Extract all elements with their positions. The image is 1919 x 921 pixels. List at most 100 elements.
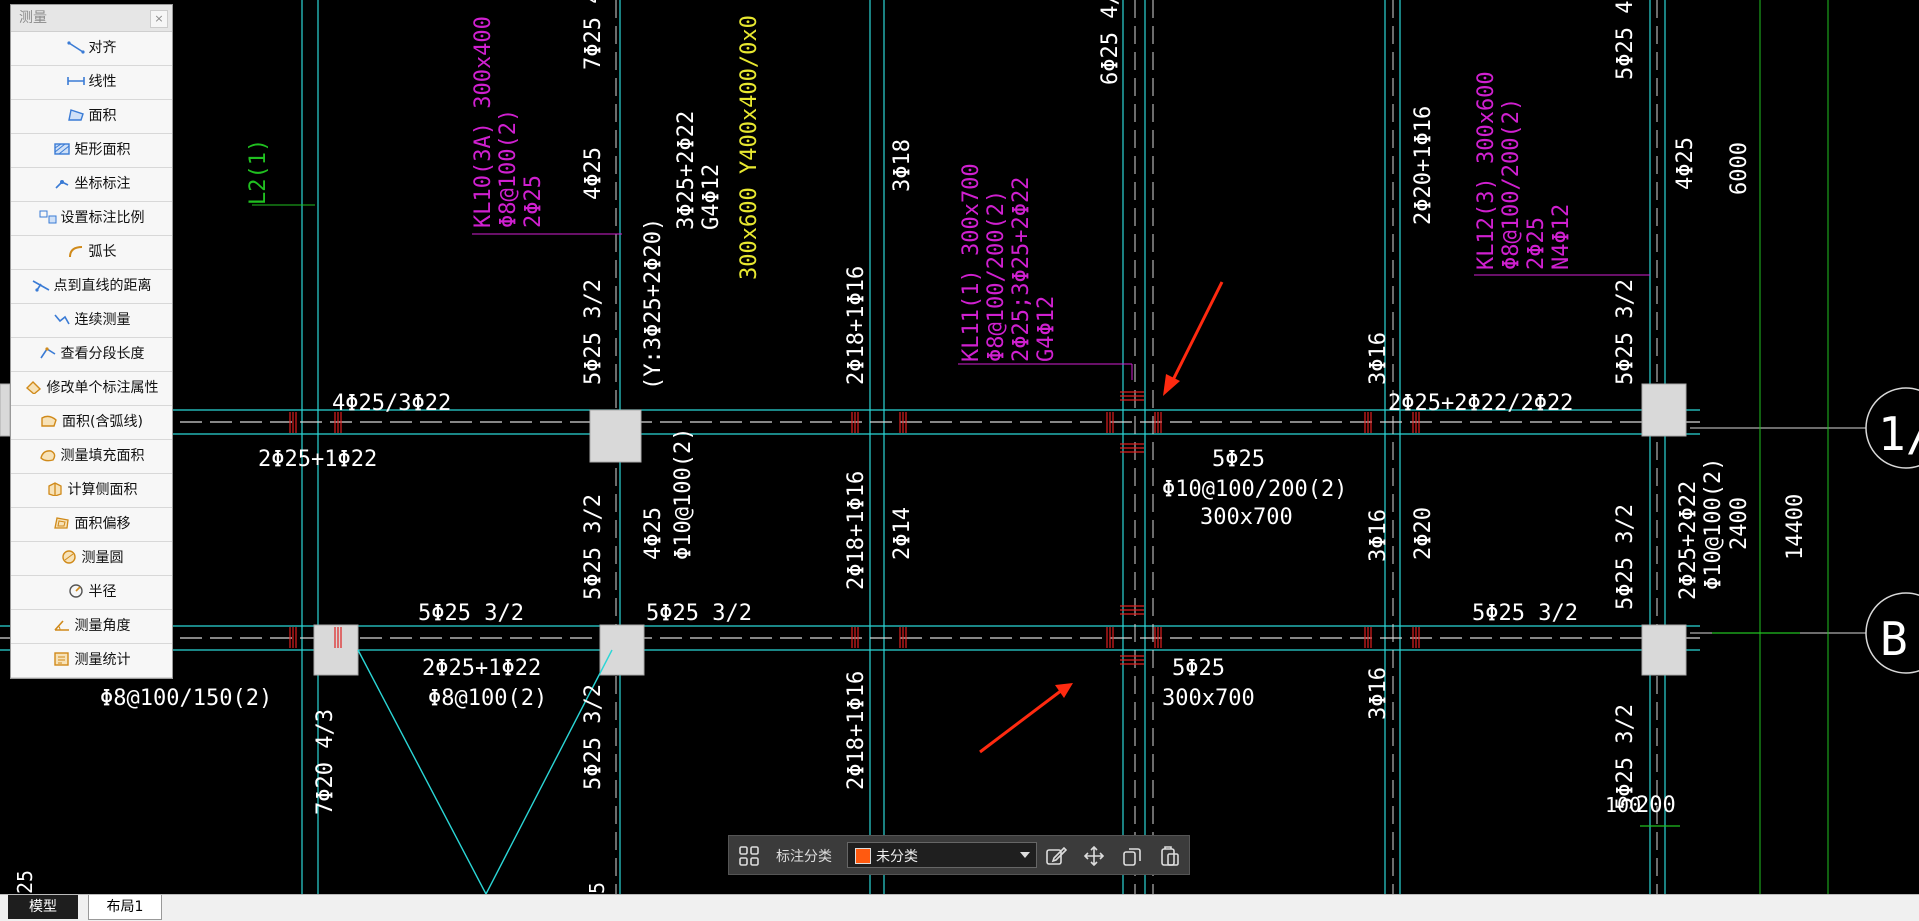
drawing-text: Φ8@100(2) [428,686,547,711]
measure-tool-linear-measure[interactable]: 线性 [11,66,172,100]
drawing-text: 4Φ25 [1673,137,1698,190]
measure-tool-circle-measure[interactable]: 测量圆 [11,542,172,576]
copy-icon[interactable] [1121,845,1143,867]
tab-model[interactable]: 模型 [8,895,78,919]
drawing-text: 5Φ25 3/2 [581,279,606,385]
drawing-text: KL11(1) 300x700 [959,163,984,362]
drawing-text: KL10(3A) 300x400 [471,16,496,228]
drawing-text: L2(1) [246,139,271,205]
measure-tool-arc-length[interactable]: 弧长 [11,236,172,270]
measure-tool-point-line-distance[interactable]: 点到直线的距离 [11,270,172,304]
align-measure-icon [66,34,85,54]
category-label: 标注分类 [776,849,832,865]
drawing-text: 5Φ25 [1212,447,1265,472]
measure-tool-align-measure[interactable]: 对齐 [11,32,172,66]
concrete-column [1641,624,1687,676]
paste-icon[interactable] [1159,845,1181,867]
drawing-text: 2Φ18+1Φ16 [844,266,869,385]
measure-tool-segment-length[interactable]: 查看分段长度 [11,338,172,372]
measure-tool-label: 修改单个标注属性 [46,380,159,396]
concrete-column [599,624,645,676]
hatch-area-icon [39,442,57,462]
drawing-text: 5Φ25 3/2 [1613,704,1638,810]
cad-drawing-canvas[interactable]: 4Φ25/3Φ22 2Φ25+1Φ22 2Φ25+2Φ22/2Φ22 5Φ25 Φ10@… [0,0,1919,894]
drawing-text: 2Φ25 [521,175,546,228]
measure-tool-list: 对齐线性面积矩形面积坐标标注设置标注比例弧长点到直线的距离 连续测量查看分段长度修… [11,32,172,678]
drawing-text: 5Φ25 3/2 [1613,504,1638,610]
drawing-text: Φ8@100(2) [496,109,521,228]
measure-tool-label: 计算侧面积 [67,482,138,498]
measure-tool-area-offset[interactable]: 面积偏移 [11,508,172,542]
drawing-text: 3Φ25+2Φ22 [674,111,699,230]
close-icon[interactable]: × [150,10,168,28]
measure-tool-area-measure[interactable]: 面积 [11,100,172,134]
drawing-text: 3Φ16 [1366,332,1391,385]
concrete-column [589,409,642,463]
measure-tool-label: 线性 [88,74,117,90]
drawing-text: Φ10@100/200(2) [1162,477,1347,502]
drawing-text: 2Φ25;3Φ25+2Φ22 [1009,177,1034,362]
drawing-text: Φ10@100(2) [671,428,696,560]
drawing-text: 4Φ25 [641,507,666,560]
concrete-column [313,624,359,676]
measure-tool-arc-area[interactable]: 面积(含弧线) [11,406,172,440]
chevron-down-icon [1020,852,1030,858]
drawing-text: G4Φ12 [1034,296,1059,362]
measure-tool-label: 点到直线的距离 [53,278,152,294]
measure-tool-label: 测量圆 [81,550,124,566]
measure-tool-continuous-measure[interactable]: 连续测量 [11,304,172,338]
measure-tool-label: 坐标标注 [74,176,131,192]
drawing-text: 2Φ20+1Φ16 [1411,106,1436,225]
measure-tool-rect-area[interactable]: 矩形面积 [11,134,172,168]
measure-tool-label: 面积(含弧线) [62,414,143,430]
measure-tool-coordinate[interactable]: 坐标标注 [11,168,172,202]
measure-panel: 测量 × 对齐 线性 面积 矩形面积 坐标标注 设置标注比例 弧长 点到直线的距离 连续测量 查看… [10,4,173,679]
drawing-text: 300x700 [1200,505,1293,530]
measure-tool-angle-measure[interactable]: 测量角度 [11,610,172,644]
measure-tool-label: 查看分段长度 [60,346,145,362]
side-area-icon [46,476,64,497]
layout-tabs: 模型 布局1 [0,894,1919,921]
edit-icon[interactable] [1045,845,1068,867]
radius-icon [67,578,85,598]
concrete-column [1641,383,1687,437]
tab-layout1[interactable]: 布局1 [88,895,162,920]
drawing-text: 2Φ14 [890,507,915,560]
measure-tool-scale[interactable]: 设置标注比例 [11,202,172,236]
measure-tool-measure-statistics[interactable]: 测量统计 [11,644,172,678]
drawing-text: 4Φ25/3Φ22 [332,391,451,416]
drawing-text: 300x700 [1162,686,1255,711]
drawing-text: 7Φ20 4/3 [313,709,338,815]
annotation-toolbar: 标注分类 未分类 [728,835,1190,875]
drawing-text: 2Φ18+1Φ16 [844,671,869,790]
category-select[interactable]: 未分类 [847,842,1037,868]
drawing-text: 14400 [1783,494,1808,560]
measure-tool-side-area[interactable]: 计算侧面积 [11,474,172,508]
concrete-column [0,383,11,437]
measure-tool-label: 连续测量 [74,312,131,328]
drawing-text: 3Φ18 [890,139,915,192]
drawing-text: 2400 [1727,497,1752,550]
measure-tool-label: 矩形面积 [74,142,131,158]
move-icon[interactable] [1083,845,1105,867]
measure-tool-edit-dimension[interactable]: 修改单个标注属性 [11,372,172,406]
measure-tool-label: 测量统计 [74,652,131,668]
measure-tool-radius[interactable]: 半径 [11,576,172,610]
drawing-text: B [1880,612,1908,666]
circle-measure-icon [60,544,78,564]
drawing-text: KL12(3) 300x600 [1474,71,1499,270]
grid-apps-icon[interactable] [738,845,760,867]
drawing-text: 4Φ25 [581,147,606,200]
drawing-text: 2Φ20 [1411,507,1436,560]
scale-icon [39,204,57,224]
measure-tool-label: 弧长 [88,244,117,260]
measure-tool-hatch-area[interactable]: 测量填充面积 [11,440,172,474]
drawing-text: 5 [585,882,609,894]
drawing-text: 3Φ16 [1366,667,1391,720]
drawing-text: 5Φ25 3/2 [581,684,606,790]
measure-tool-label: 面积 [88,108,117,124]
measure-tool-label: 半径 [88,584,117,600]
measure-tool-label: 测量角度 [74,618,131,634]
drawing-text: 3Φ16 [1366,509,1391,562]
drawing-text: 2Φ18+1Φ16 [844,471,869,590]
